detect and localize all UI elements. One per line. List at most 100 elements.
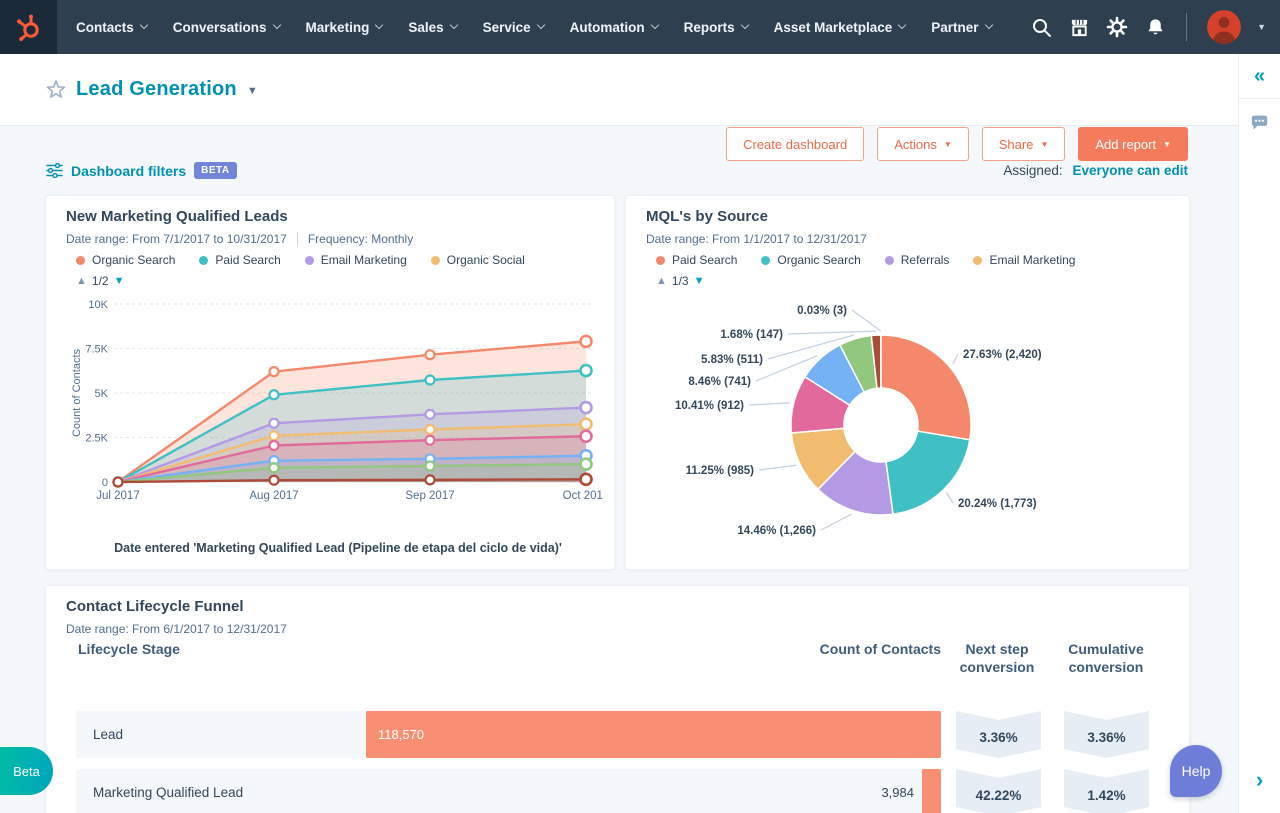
nav-item-conversations[interactable]: Conversations <box>160 0 293 54</box>
nav-item-service[interactable]: Service <box>470 0 557 54</box>
avatar[interactable] <box>1207 10 1242 44</box>
funnel-bar[interactable] <box>922 769 941 813</box>
legend-label: Paid Search <box>215 253 281 267</box>
nav-item-label: Asset Marketplace <box>773 19 893 35</box>
help-button[interactable]: Help <box>1170 745 1222 797</box>
nav-item-label: Reports <box>683 19 735 35</box>
area-line-chart[interactable]: 0 2.5K 5K 7.5K 10K Jul 2017 Aug 2017 Sep 2017 Oc… <box>66 292 603 504</box>
donut-label: 8.46% (741) <box>688 376 751 388</box>
legend-pager: ▲ 1/2 ▼ <box>76 274 124 288</box>
donut-slice-paid-search[interactable] <box>880 334 972 441</box>
x-axis-caption: Date entered 'Marketing Qualified Lead (… <box>114 540 562 555</box>
nav-item-label: Sales <box>408 19 444 35</box>
hubspot-logo[interactable] <box>0 0 57 54</box>
legend-dot <box>304 255 314 265</box>
legend-next-icon[interactable]: ▼ <box>694 275 705 287</box>
nav-divider <box>1186 13 1188 41</box>
avatar-photo <box>1207 10 1242 44</box>
chevron-down-icon <box>740 20 749 30</box>
legend-prev-icon[interactable]: ▲ <box>656 275 667 287</box>
notifications-icon[interactable] <box>1144 16 1166 38</box>
cumulative-conversion-badge: 1.42% <box>1064 769 1149 813</box>
chevron-down-icon <box>139 20 149 30</box>
comments-icon[interactable] <box>1239 99 1280 131</box>
dashboard-chevron-down-icon[interactable]: ▼ <box>247 85 258 97</box>
page-title: Lead Generation <box>76 78 237 100</box>
legend-item-email-marketing[interactable]: Email Marketing <box>304 253 407 267</box>
date-range: Date range: From 7/1/2017 to 10/31/2017 <box>66 232 287 246</box>
expand-chevron-icon[interactable]: › <box>1239 769 1280 791</box>
legend-item-organic-search[interactable]: Organic Search <box>761 253 861 267</box>
nav-item-sales[interactable]: Sales <box>395 0 469 54</box>
chevron-down-icon: ▼ <box>1163 140 1171 149</box>
svg-text:0: 0 <box>102 477 108 489</box>
funnel-bar[interactable] <box>366 711 941 758</box>
marketplace-icon[interactable] <box>1068 16 1090 38</box>
funnel-bar-value: 3,984 <box>881 785 914 800</box>
legend-item-paid-search[interactable]: Paid Search <box>656 253 737 267</box>
donut-chart[interactable]: 27.63% (2,420) 20.24% (1,773) 14.46% (1,26… <box>646 292 1171 564</box>
legend-item-paid-search[interactable]: Paid Search <box>199 253 281 267</box>
legend-dot <box>973 255 983 265</box>
legend-item-organic-search[interactable]: Organic Search <box>76 253 175 267</box>
card-mql-by-source: MQL's by Source Date range: From 1/1/201… <box>625 195 1190 570</box>
nav-item-label: Marketing <box>305 19 370 35</box>
dashboard-filters-button[interactable]: Dashboard filters BETA <box>46 162 237 179</box>
donut-label: 27.63% (2,420) <box>963 349 1042 361</box>
legend-item-referrals[interactable]: Referrals <box>884 253 950 267</box>
svg-text:Sep 2017: Sep 2017 <box>405 490 454 502</box>
chevron-down-icon <box>449 20 458 30</box>
collapse-panel-icon[interactable]: « <box>1239 54 1280 98</box>
nav-item-partner[interactable]: Partner <box>918 0 1004 54</box>
legend-page-indicator: 1/3 <box>671 274 689 288</box>
share-button[interactable]: Share ▼ <box>981 127 1066 161</box>
legend-dot <box>656 255 665 265</box>
actions-button[interactable]: Actions ▼ <box>877 127 969 161</box>
funnel-row-marketing-qualified-lead: Marketing Qualified Lead 3,984 42.22% 1.42% <box>76 769 1149 813</box>
report-title: New Marketing Qualified Leads <box>66 208 288 225</box>
column-header-next-step: Next step conversion <box>959 641 1035 675</box>
funnel-bar-value: 118,570 <box>378 727 425 742</box>
top-navigation: Contacts Conversations Marketing Sales Servi… <box>0 0 1280 54</box>
page-header: Lead Generation ▼ Create dashboard Actio… <box>0 54 1280 161</box>
card-new-mql: New Marketing Qualified Leads Date range… <box>45 195 615 570</box>
donut-label: 11.25% (985) <box>686 465 755 477</box>
legend-item-organic-social[interactable]: Organic Social <box>430 253 525 267</box>
legend-dot <box>430 255 440 265</box>
chevron-down-icon <box>536 20 545 30</box>
chevron-down-icon <box>897 20 907 30</box>
nav-item-asset-marketplace[interactable]: Asset Marketplace <box>761 0 919 54</box>
legend-next-icon[interactable]: ▼ <box>114 275 125 287</box>
nav-item-automation[interactable]: Automation <box>557 0 671 54</box>
svg-text:10K: 10K <box>88 299 108 311</box>
legend-label: Email Marketing <box>320 253 407 267</box>
search-icon[interactable] <box>1030 16 1052 38</box>
legend-label: Organic Search <box>777 253 861 267</box>
beta-pill-button[interactable]: Beta <box>0 747 53 795</box>
chevron-down-icon <box>984 20 993 30</box>
create-dashboard-button[interactable]: Create dashboard <box>726 127 865 161</box>
assigned-label: Assigned: <box>1003 163 1063 178</box>
assigned-value-link[interactable]: Everyone can edit <box>1072 163 1188 178</box>
donut-label: 1.68% (147) <box>720 329 783 341</box>
favorite-star-icon[interactable] <box>46 79 66 100</box>
column-header-lifecycle-stage: Lifecycle Stage <box>78 641 180 657</box>
chevron-down-icon <box>375 20 384 30</box>
legend-item-email-marketing[interactable]: Email Marketing <box>973 253 1075 267</box>
account-chevron-down-icon[interactable]: ▼ <box>1257 22 1266 32</box>
add-report-button[interactable]: Add report ▼ <box>1078 127 1188 161</box>
svg-text:Oct 2017: Oct 2017 <box>563 490 603 502</box>
filter-sliders-icon <box>46 163 63 178</box>
column-header-cumulative: Cumulative conversion <box>1068 641 1144 675</box>
legend-dot <box>76 255 85 265</box>
funnel-rows: Lead 118,570 3.36% 3.36% Marketing Qualified… <box>76 711 1149 813</box>
nav-item-marketing[interactable]: Marketing <box>293 0 396 54</box>
legend-label: Referrals <box>900 253 950 267</box>
legend-prev-icon[interactable]: ▲ <box>76 275 87 287</box>
nav-item-reports[interactable]: Reports <box>671 0 761 54</box>
legend-dot <box>884 255 894 265</box>
report-subtitle: Date range: From 7/1/2017 to 10/31/2017 … <box>66 232 413 246</box>
svg-text:Jul 2017: Jul 2017 <box>96 490 139 502</box>
nav-item-contacts[interactable]: Contacts <box>63 0 160 54</box>
settings-icon[interactable] <box>1106 16 1128 38</box>
